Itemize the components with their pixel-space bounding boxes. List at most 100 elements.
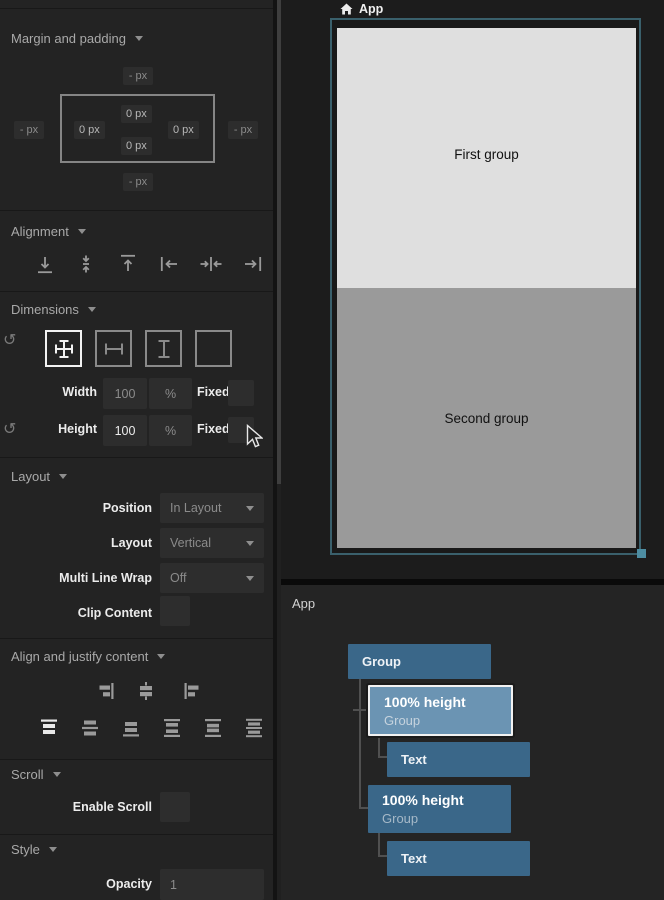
section-title: Style: [11, 842, 40, 857]
width-unit[interactable]: %: [149, 378, 192, 409]
section-title: Layout: [11, 469, 50, 484]
align-left-button[interactable]: [157, 251, 183, 277]
tree-node-text-2[interactable]: Text: [387, 841, 530, 876]
second-group-element[interactable]: Second group: [337, 288, 636, 548]
section-divider: [0, 759, 273, 760]
justify-items-right-button[interactable]: [92, 678, 118, 704]
section-title: Margin and padding: [11, 31, 126, 46]
canvas-resize-handle[interactable]: [637, 549, 646, 558]
size-mode-fixed-button[interactable]: [195, 330, 232, 367]
tree-node-group[interactable]: Group: [348, 644, 491, 679]
tree-node-text-1[interactable]: Text: [387, 742, 530, 777]
chevron-down-icon: [59, 474, 67, 479]
layout-value: Vertical: [170, 536, 211, 550]
space-between-icon: [162, 718, 182, 738]
tree-node-label: 100% height: [384, 693, 511, 712]
first-group-label: First group: [454, 147, 519, 288]
width-input[interactable]: 100: [103, 378, 147, 409]
space-evenly-icon: [244, 718, 264, 738]
margin-bottom-value[interactable]: - px: [123, 173, 153, 191]
align-bottom-button[interactable]: [32, 251, 58, 277]
chevron-down-icon: [49, 847, 57, 852]
chevron-down-icon: [53, 772, 61, 777]
size-mode-fill-both-button[interactable]: [45, 330, 82, 367]
margin-right-value[interactable]: - px: [228, 121, 258, 139]
center-vertically-button[interactable]: [73, 251, 99, 277]
opacity-input[interactable]: 1: [160, 869, 264, 900]
size-mode-fill-height-button[interactable]: [145, 330, 182, 367]
justify-items-center-button[interactable]: [133, 678, 159, 704]
tree-node-sublabel: Group: [382, 810, 511, 827]
app-canvas[interactable]: First group Second group: [330, 18, 641, 555]
enable-scroll-label: Enable Scroll: [0, 800, 152, 814]
section-header-dimensions[interactable]: Dimensions: [11, 302, 96, 317]
size-mode-fill-width-button[interactable]: [95, 330, 132, 367]
height-label: Height: [0, 422, 97, 436]
padding-right-value[interactable]: 0 px: [168, 121, 199, 139]
section-header-margin-padding[interactable]: Margin and padding: [11, 31, 143, 46]
chevron-down-icon: [88, 307, 96, 312]
content-bottom-icon: [121, 718, 141, 738]
align-top-button[interactable]: [115, 251, 141, 277]
padding-top-value[interactable]: 0 px: [121, 105, 152, 123]
section-header-align-justify[interactable]: Align and justify content: [11, 649, 165, 664]
section-divider: [0, 834, 273, 835]
justify-items-center-icon: [136, 681, 156, 701]
height-fixed-label: Fixed: [197, 422, 230, 436]
content-bottom-button[interactable]: [118, 715, 144, 741]
multi-line-wrap-dropdown[interactable]: Off: [160, 563, 264, 593]
space-around-button[interactable]: [200, 715, 226, 741]
layout-label: Layout: [0, 536, 152, 550]
width-fixed-label: Fixed: [197, 385, 230, 399]
justify-items-right-icon: [95, 681, 115, 701]
space-evenly-button[interactable]: [241, 715, 267, 741]
tree-connector: [359, 679, 361, 808]
layout-dropdown[interactable]: Vertical: [160, 528, 264, 558]
home-icon: [340, 3, 353, 15]
height-input[interactable]: 100: [103, 415, 147, 446]
tree-connector: [378, 756, 387, 758]
tree-node-100-height-group-2[interactable]: 100% height Group: [368, 785, 511, 833]
width-fixed-checkbox[interactable]: [228, 380, 254, 406]
center-horizontally-button[interactable]: [198, 251, 224, 277]
chevron-down-icon: [246, 576, 254, 581]
enable-scroll-checkbox[interactable]: [160, 792, 190, 822]
tree-node-label: 100% height: [382, 791, 511, 810]
center-vertically-icon: [75, 253, 97, 275]
clip-content-checkbox[interactable]: [160, 596, 190, 626]
position-dropdown[interactable]: In Layout: [160, 493, 264, 523]
align-right-button[interactable]: [239, 251, 265, 277]
multi-line-wrap-value: Off: [170, 571, 186, 585]
section-title: Scroll: [11, 767, 44, 782]
width-label: Width: [0, 385, 97, 399]
chevron-down-icon: [157, 654, 165, 659]
section-header-alignment[interactable]: Alignment: [11, 224, 86, 239]
section-header-style[interactable]: Style: [11, 842, 57, 857]
position-value: In Layout: [170, 501, 221, 515]
margin-left-value[interactable]: - px: [14, 121, 44, 139]
space-between-button[interactable]: [159, 715, 185, 741]
tree-node-label: Text: [401, 752, 427, 767]
justify-items-left-button[interactable]: [180, 678, 206, 704]
section-header-layout[interactable]: Layout: [11, 469, 67, 484]
content-center-icon: [80, 718, 100, 738]
canvas-breadcrumb[interactable]: App: [340, 2, 383, 16]
section-title: Align and justify content: [11, 649, 148, 664]
margin-top-value[interactable]: - px: [123, 67, 153, 85]
canvas-title: App: [359, 2, 383, 16]
justify-items-left-icon: [183, 681, 203, 701]
canvas-pane: App First group Second group: [281, 0, 664, 580]
tree-connector: [359, 807, 368, 809]
section-header-scroll[interactable]: Scroll: [11, 767, 61, 782]
section-divider: [0, 291, 273, 292]
padding-bottom-value[interactable]: 0 px: [121, 137, 152, 155]
reset-width-icon[interactable]: ↺: [3, 333, 16, 349]
tree-node-100-height-group-1[interactable]: 100% height Group: [368, 685, 513, 736]
app-root: Margin and padding - px 0 px 0 px 0 px 0…: [0, 0, 664, 900]
height-unit[interactable]: %: [149, 415, 192, 446]
padding-left-value[interactable]: 0 px: [74, 121, 105, 139]
first-group-element[interactable]: First group: [337, 28, 636, 288]
tree-connector: [378, 737, 380, 758]
content-center-button[interactable]: [77, 715, 103, 741]
content-top-button[interactable]: [36, 715, 62, 741]
